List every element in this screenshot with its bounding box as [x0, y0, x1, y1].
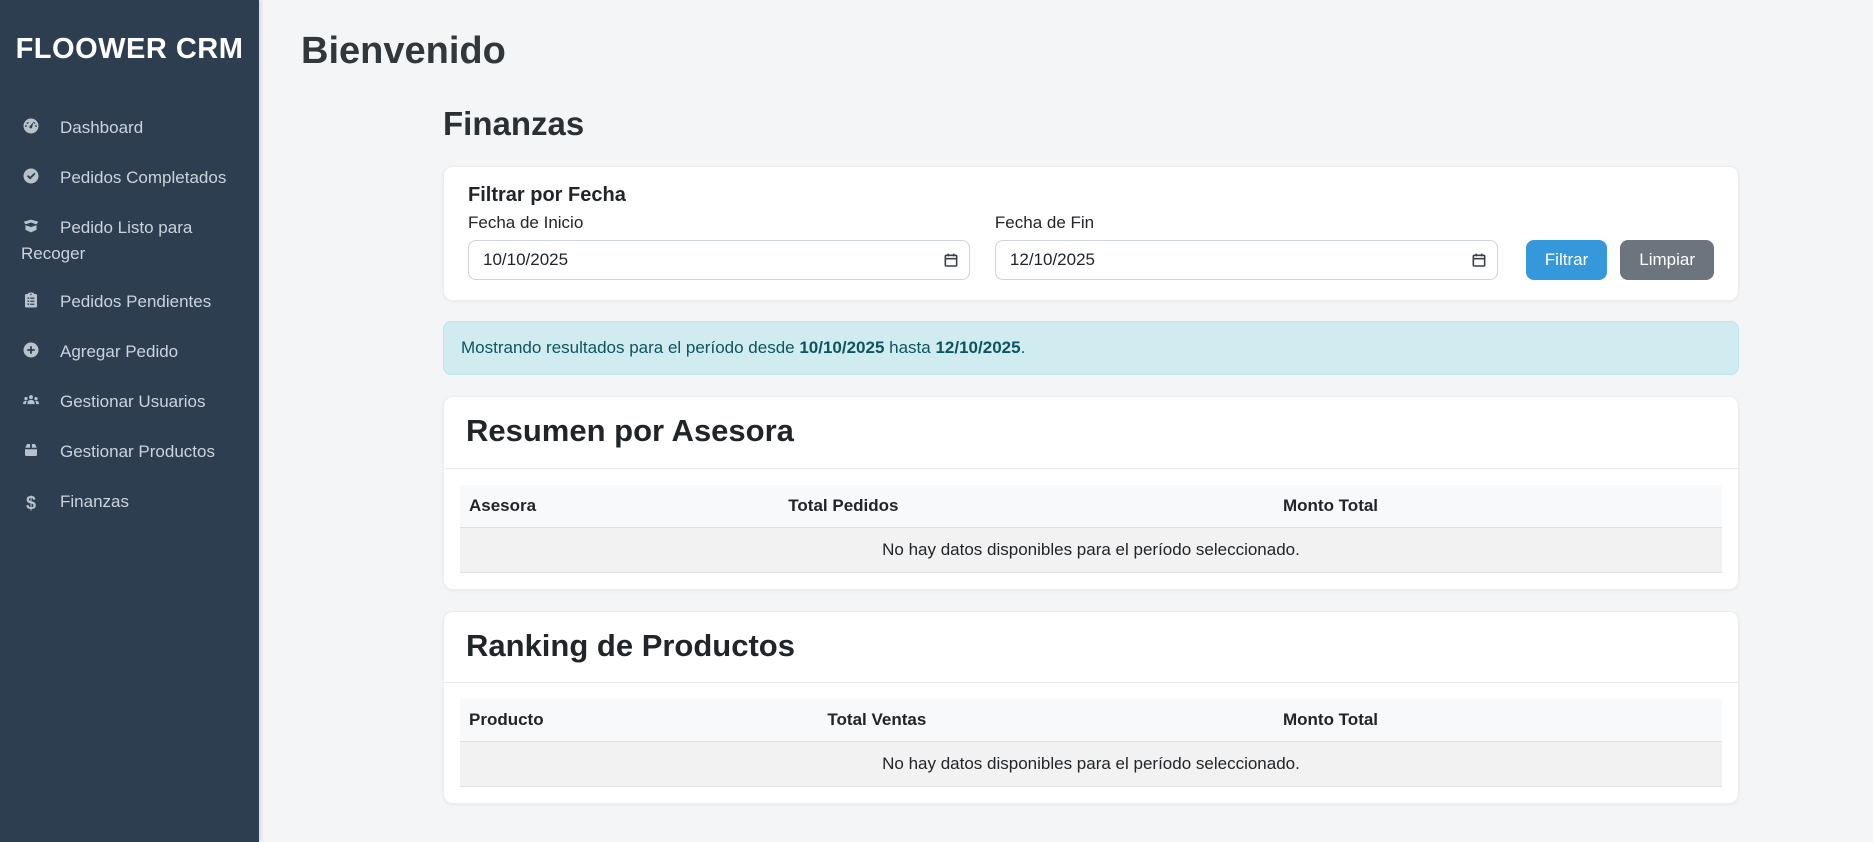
- column-header-total-pedidos: Total Pedidos: [779, 485, 1274, 528]
- sidebar-nav: Dashboard Pedidos Completados Pedido Lis…: [0, 104, 259, 527]
- box-open-icon: [21, 217, 41, 242]
- sidebar-item-pedidos-completados[interactable]: Pedidos Completados: [0, 154, 259, 204]
- calendar-icon[interactable]: [1471, 252, 1487, 268]
- alert-start-date: 10/10/2025: [799, 338, 884, 357]
- clipboard-list-icon: [21, 291, 41, 316]
- sidebar-item-pedido-listo-para-recoger[interactable]: Pedido Listo para Recoger: [0, 204, 259, 278]
- no-data-message: No hay datos disponibles para el período…: [460, 527, 1722, 572]
- column-header-monto-total: Monto Total: [1274, 699, 1722, 742]
- filter-title: Filtrar por Fecha: [468, 184, 1714, 207]
- filtrar-button[interactable]: Filtrar: [1526, 240, 1607, 280]
- product-ranking-header: Ranking de Productos: [444, 612, 1738, 683]
- alert-prefix: Mostrando resultados para el período des…: [461, 338, 799, 357]
- start-date-label: Fecha de Inicio: [468, 213, 970, 233]
- start-date-wrap: [468, 240, 970, 280]
- sidebar-item-gestionar-usuarios[interactable]: Gestionar Usuarios: [0, 378, 259, 428]
- end-date-input[interactable]: [995, 240, 1498, 280]
- start-date-field: Fecha de Inicio: [468, 210, 970, 280]
- empty-table-row: No hay datos disponibles para el período…: [460, 527, 1722, 572]
- plus-circle-icon: [21, 341, 41, 366]
- page-title: Finanzas: [443, 74, 1739, 144]
- column-header-monto-total: Monto Total: [1274, 485, 1722, 528]
- gauge-icon: [21, 117, 41, 142]
- end-date-wrap: [995, 240, 1498, 280]
- advisor-summary-card: Resumen por Asesora Asesora Total Pedido…: [443, 396, 1739, 589]
- sidebar-item-label: Finanzas: [60, 492, 129, 511]
- sidebar-item-label: Pedido Listo para Recoger: [21, 218, 192, 263]
- filter-buttons: Filtrar Limpiar: [1526, 240, 1714, 280]
- filter-row: Fecha de Inicio Fecha de Fin: [468, 210, 1714, 280]
- end-date-field: Fecha de Fin: [995, 210, 1498, 280]
- limpiar-button[interactable]: Limpiar: [1620, 240, 1714, 280]
- alert-middle: hasta: [884, 338, 935, 357]
- sidebar-item-label: Gestionar Productos: [60, 442, 215, 461]
- finanzas-container: Finanzas Filtrar por Fecha Fecha de Inic…: [443, 74, 1739, 804]
- sidebar-item-agregar-pedido[interactable]: Agregar Pedido: [0, 328, 259, 378]
- sidebar-item-label: Pedidos Pendientes: [60, 292, 211, 311]
- column-header-asesora: Asesora: [460, 485, 779, 528]
- column-header-total-ventas: Total Ventas: [818, 699, 1274, 742]
- advisor-summary-body: Asesora Total Pedidos Monto Total No hay…: [444, 469, 1738, 589]
- users-icon: [21, 391, 41, 416]
- product-ranking-title: Ranking de Productos: [466, 626, 1716, 666]
- sidebar-item-label: Gestionar Usuarios: [60, 392, 206, 411]
- sidebar-item-label: Dashboard: [60, 118, 143, 137]
- advisor-summary-header: Resumen por Asesora: [444, 397, 1738, 468]
- sidebar-item-finanzas[interactable]: $ Finanzas: [0, 478, 259, 527]
- sidebar-item-pedidos-pendientes[interactable]: Pedidos Pendientes: [0, 278, 259, 328]
- calendar-icon[interactable]: [943, 252, 959, 268]
- table-header-row: Asesora Total Pedidos Monto Total: [460, 485, 1722, 528]
- box-icon: [21, 441, 41, 466]
- results-period-alert: Mostrando resultados para el período des…: [443, 321, 1739, 375]
- sidebar-item-label: Agregar Pedido: [60, 342, 178, 361]
- product-ranking-table: Producto Total Ventas Monto Total No hay…: [460, 699, 1722, 787]
- advisor-summary-title: Resumen por Asesora: [466, 411, 1716, 451]
- sidebar-item-label: Pedidos Completados: [60, 168, 226, 187]
- empty-table-row: No hay datos disponibles para el período…: [460, 741, 1722, 786]
- alert-suffix: .: [1021, 338, 1026, 357]
- check-circle-icon: [21, 167, 41, 192]
- sidebar: FLOOWER CRM Dashboard Pedidos Completado…: [0, 0, 259, 842]
- sidebar-item-gestionar-productos[interactable]: Gestionar Productos: [0, 428, 259, 478]
- column-header-producto: Producto: [460, 699, 818, 742]
- sidebar-item-dashboard[interactable]: Dashboard: [0, 104, 259, 154]
- advisor-summary-table: Asesora Total Pedidos Monto Total No hay…: [460, 485, 1722, 573]
- end-date-label: Fecha de Fin: [995, 213, 1498, 233]
- date-filter-card: Filtrar por Fecha Fecha de Inicio Fecha …: [443, 166, 1739, 301]
- main-content: Bienvenido Finanzas Filtrar por Fecha Fe…: [259, 0, 1873, 842]
- start-date-input[interactable]: [468, 240, 970, 280]
- table-header-row: Producto Total Ventas Monto Total: [460, 699, 1722, 742]
- dollar-icon: $: [21, 491, 41, 515]
- app-brand: FLOOWER CRM: [0, 0, 259, 66]
- product-ranking-card: Ranking de Productos Producto Total Vent…: [443, 611, 1739, 804]
- no-data-message: No hay datos disponibles para el período…: [460, 741, 1722, 786]
- alert-end-date: 12/10/2025: [935, 338, 1020, 357]
- welcome-title: Bienvenido: [259, 0, 1873, 74]
- product-ranking-body: Producto Total Ventas Monto Total No hay…: [444, 683, 1738, 803]
